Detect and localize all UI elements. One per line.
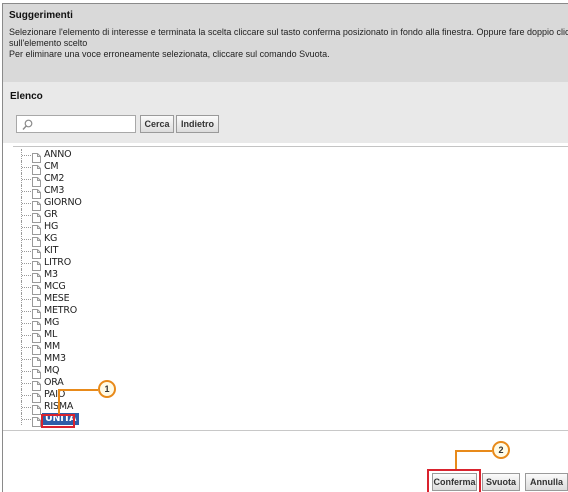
tree-panel: ANNO CM CM2 CM3 GIORNO GR HG KG KIT LITRO M3 MCG MES…: [13, 146, 568, 430]
tree-item-label: MQ: [44, 365, 60, 376]
tree-item[interactable]: UNITA: [13, 413, 553, 427]
indietro-button[interactable]: Indietro: [176, 115, 219, 133]
tree-connector-line: [22, 263, 31, 264]
tree-connector-line: [22, 347, 31, 348]
tree-item-label: M3: [44, 269, 58, 280]
tree-connector-line: [22, 203, 31, 204]
conferma-highlight-box: [427, 469, 481, 492]
tree-connector-line: [22, 167, 31, 168]
tree-connector-line: [22, 311, 31, 312]
tree-item-label: HG: [44, 221, 59, 232]
tree-connector-line: [22, 383, 31, 384]
tree-connector-line: [22, 395, 31, 396]
tree-connector-line: [22, 323, 31, 324]
tree-item[interactable]: M3: [13, 269, 553, 283]
tree-item[interactable]: HG: [13, 221, 553, 235]
tree-item[interactable]: GR: [13, 209, 553, 223]
tree-item-label: MESE: [44, 293, 70, 304]
tree-item-label: LITRO: [44, 257, 71, 268]
annulla-button[interactable]: Annulla: [525, 473, 568, 491]
callout-badge-1: 1: [98, 380, 116, 398]
tree-item-label: ANNO: [44, 149, 72, 160]
tree-item-label: MCG: [44, 281, 66, 292]
tree-item[interactable]: MCG: [13, 281, 553, 295]
elenco-bar: Elenco Cerca Indietro: [3, 82, 568, 143]
hints-panel: Suggerimenti Selezionare l'elemento di i…: [3, 4, 568, 82]
tree-connector-line: [22, 239, 31, 240]
unita-highlight-box: [41, 414, 75, 428]
footer-divider: [3, 430, 568, 431]
svuota-button[interactable]: Svuota: [482, 473, 520, 491]
tree-item-label: GIORNO: [44, 197, 82, 208]
callout-2-line-h: [455, 450, 492, 452]
tree-connector-line: [22, 179, 31, 180]
tree-item-label: CM: [44, 161, 59, 172]
tree-item-label: CM2: [44, 173, 65, 184]
hints-title: Suggerimenti: [9, 10, 73, 21]
tree-item[interactable]: GIORNO: [13, 197, 553, 211]
hints-line-1: Selezionare l'elemento di interesse e te…: [9, 27, 568, 37]
elenco-title: Elenco: [10, 91, 43, 102]
tree-connector-line: [22, 359, 31, 360]
tree-item[interactable]: METRO: [13, 305, 553, 319]
search-input[interactable]: [16, 115, 136, 133]
tree-item-label: KG: [44, 233, 58, 244]
tree-item-label: GR: [44, 209, 58, 220]
tree-connector-line: [22, 275, 31, 276]
tree-item[interactable]: LITRO: [13, 257, 553, 271]
callout-badge-2: 2: [492, 441, 510, 459]
tree-connector-line: [22, 191, 31, 192]
tree-connector-line: [22, 215, 31, 216]
tree-connector-line: [22, 407, 31, 408]
tree-item[interactable]: MG: [13, 317, 553, 331]
tree-item[interactable]: RISMA: [13, 401, 553, 415]
tree-connector-line: [22, 287, 31, 288]
tree-item[interactable]: MQ: [13, 365, 553, 379]
tree-item-label: METRO: [44, 305, 78, 316]
tree-item[interactable]: ANNO: [13, 149, 553, 163]
tree-item[interactable]: MESE: [13, 293, 553, 307]
tree-item[interactable]: MM3: [13, 353, 553, 367]
tree-item[interactable]: KG: [13, 233, 553, 247]
hints-line-3: Per eliminare una voce erroneamente sele…: [9, 49, 330, 59]
tree-item-label: ML: [44, 329, 58, 340]
tree-list: ANNO CM CM2 CM3 GIORNO GR HG KG KIT LITRO M3 MCG MES…: [13, 149, 553, 427]
tree-connector-line: [22, 419, 31, 420]
tree-connector-line: [22, 335, 31, 336]
tree-item-label: KIT: [44, 245, 59, 256]
callout-1-line-v: [58, 389, 60, 414]
tree-item-label: CM3: [44, 185, 65, 196]
tree-item-label: ORA: [44, 377, 64, 388]
tree-connector-line: [22, 299, 31, 300]
callout-2-line-v: [455, 450, 457, 469]
tree-item-label: MG: [44, 317, 60, 328]
tree-connector-line: [22, 251, 31, 252]
search-icon: [22, 118, 33, 136]
tree-item[interactable]: ML: [13, 329, 553, 343]
tree-item[interactable]: ORA: [13, 377, 553, 391]
tree-item[interactable]: MM: [13, 341, 553, 355]
tree-item-label: MM: [44, 341, 60, 352]
tree-connector-line: [22, 227, 31, 228]
cerca-button[interactable]: Cerca: [140, 115, 174, 133]
tree-item[interactable]: CM2: [13, 173, 553, 187]
tree-item[interactable]: KIT: [13, 245, 553, 259]
hints-line-2: sull'elemento scelto: [9, 38, 88, 48]
tree-item[interactable]: CM: [13, 161, 553, 175]
callout-1-line-h: [58, 389, 98, 391]
document-icon: [32, 414, 41, 430]
tree-connector-line: [22, 155, 31, 156]
tree-connector-line: [22, 371, 31, 372]
tree-item[interactable]: CM3: [13, 185, 553, 199]
tree-item-label: MM3: [44, 353, 66, 364]
